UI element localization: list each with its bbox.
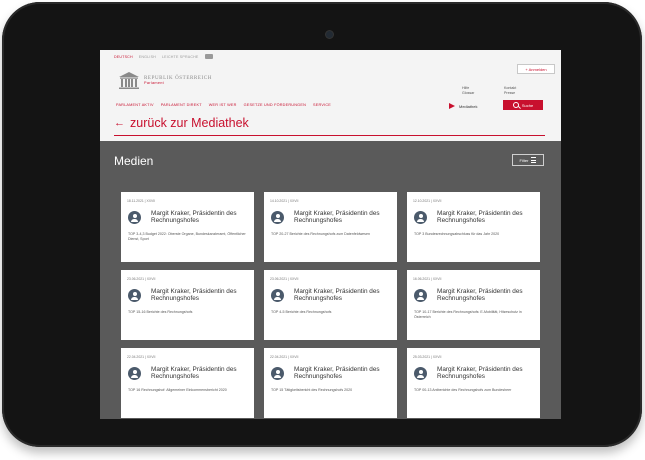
speaker-icon [128, 367, 141, 380]
card-date: 22.04.2021 | XXVII [127, 355, 156, 359]
camera-icon [326, 31, 333, 38]
card-date: 18.11.2021 | XXVII [127, 199, 156, 203]
main-nav: PARLAMENT AKTIV PARLAMENT DIREKT WER IST… [116, 103, 331, 107]
nav-service[interactable]: SERVICE [313, 103, 331, 107]
card-title: Margit Kraker, Präsidentin des Rechnungs… [437, 210, 523, 225]
media-card[interactable]: 16.06.2021 | XXVII Margit Kraker, Präsid… [407, 270, 540, 340]
speaker-icon [414, 289, 427, 302]
media-card[interactable]: 22.04.2021 | XXVII Margit Kraker, Präsid… [121, 348, 254, 418]
card-description: TOP 15-16 Berichte des Rechnungshofs [128, 310, 193, 314]
utility-links-right: Kontakt Presse [504, 86, 516, 96]
tablet-frame: DEUTSCH ENGLISH LEICHTE SPRACHE + Anmeld… [2, 2, 642, 447]
glossary-link[interactable]: Glossar [462, 91, 474, 96]
language-bar: DEUTSCH ENGLISH LEICHTE SPRACHE [114, 54, 213, 59]
filter-label: Filter [519, 157, 529, 163]
card-date: 16.06.2021 | XXVII [413, 277, 442, 281]
search-icon [512, 102, 519, 108]
media-card[interactable]: 14.10.2021 | XXVII Margit Kraker, Präsid… [264, 192, 397, 262]
card-date: 25.03.2021 | XXVII [413, 355, 442, 359]
lang-english[interactable]: ENGLISH [139, 55, 156, 59]
logo-subtitle: Parlament [144, 81, 165, 85]
play-icon [449, 103, 455, 109]
filter-button[interactable]: Filter [512, 154, 544, 166]
speaker-icon [271, 211, 284, 224]
card-description: TOP 4-5 Berichte des Rechnungshofs [271, 310, 332, 314]
login-button[interactable]: + Anmelden [517, 64, 555, 74]
mediathek-label: Mediathek [459, 103, 478, 109]
nav-gesetze[interactable]: GESETZE UND FÖRDERUNGEN [244, 103, 306, 107]
card-title: Margit Kraker, Präsidentin des Rechnungs… [294, 366, 380, 381]
media-card[interactable]: 23.06.2021 | XXVII Margit Kraker, Präsid… [121, 270, 254, 340]
card-description: TOP 00-13 Antberichte des Rechnungshofs … [414, 388, 512, 392]
card-description: TOP 3 Bundesrechnungsabschluss für das J… [414, 232, 500, 236]
speaker-icon [271, 367, 284, 380]
media-card[interactable]: 23.06.2021 | XXVII Margit Kraker, Präsid… [264, 270, 397, 340]
nav-wer-ist-wer[interactable]: WER IST WER [209, 103, 237, 107]
card-date: 22.04.2021 | XXVII [270, 355, 299, 359]
card-title: Margit Kraker, Präsidentin des Rechnungs… [437, 288, 523, 303]
nav-parlament-aktiv[interactable]: PARLAMENT AKTIV [116, 103, 154, 107]
search-button[interactable]: Suche [503, 100, 543, 110]
utility-links-left: Hilfe Glossar [462, 86, 474, 96]
nav-parlament-direkt[interactable]: PARLAMENT DIREKT [161, 103, 202, 107]
card-date: 12.10.2021 | XXVII [413, 199, 442, 203]
card-title: Margit Kraker, Präsidentin des Rechnungs… [151, 210, 237, 225]
media-card[interactable]: 12.10.2021 | XXVII Margit Kraker, Präsid… [407, 192, 540, 262]
card-date: 23.06.2021 | XXVII [127, 277, 156, 281]
card-date: 23.06.2021 | XXVII [270, 277, 299, 281]
arrow-left-icon: ← [114, 117, 125, 129]
speaker-icon [128, 289, 141, 302]
card-description: TOP 15 Tätigkeitsbericht des Rechnungsho… [271, 388, 353, 392]
media-card[interactable]: 22.04.2021 | XXVII Margit Kraker, Präsid… [264, 348, 397, 418]
card-title: Margit Kraker, Präsidentin des Rechnungs… [294, 210, 380, 225]
speaker-icon [414, 211, 427, 224]
card-date: 14.10.2021 | XXVII [270, 199, 299, 203]
card-title: Margit Kraker, Präsidentin des Rechnungs… [151, 288, 237, 303]
card-title: Margit Kraker, Präsidentin des Rechnungs… [437, 366, 523, 381]
speaker-icon [414, 367, 427, 380]
filter-icon [531, 157, 537, 163]
lang-leichte-sprache[interactable]: LEICHTE SPRACHE [162, 55, 199, 59]
media-card[interactable]: 18.11.2021 | XXVII Margit Kraker, Präsid… [121, 192, 254, 262]
speaker-icon [128, 211, 141, 224]
screen: DEUTSCH ENGLISH LEICHTE SPRACHE + Anmeld… [100, 50, 561, 419]
page-title: Medien [114, 154, 154, 168]
card-description: TOP 20-27 Berichte des Rechnungshofs zum… [271, 232, 370, 236]
parliament-logo[interactable]: REPUBLIK ÖSTERREICH Parlament [118, 72, 212, 89]
card-title: Margit Kraker, Präsidentin des Rechnungs… [151, 366, 237, 381]
sign-language-icon[interactable] [204, 54, 213, 59]
card-description: TOP 3-4,3 Budget 2022: Oberste Organe, B… [128, 232, 246, 241]
divider [114, 135, 545, 136]
back-link[interactable]: ← zurück zur Mediathek [114, 116, 249, 130]
media-card[interactable]: 25.03.2021 | XXVII Margit Kraker, Präsid… [407, 348, 540, 418]
parliament-building-icon [119, 72, 139, 89]
card-description: TOP 16 Rechnungshof: Allgemeiner Einkomm… [128, 388, 227, 392]
press-link[interactable]: Presse [504, 91, 516, 96]
speaker-icon [271, 289, 284, 302]
search-label: Suche [521, 102, 534, 108]
lang-deutsch[interactable]: DEUTSCH [114, 55, 133, 59]
site-header: DEUTSCH ENGLISH LEICHTE SPRACHE + Anmeld… [100, 50, 561, 141]
card-description: TOP 10-17 Berichte des Rechnungshofs: E-… [414, 310, 522, 319]
mediathek-button[interactable]: Mediathek [449, 102, 477, 110]
back-label: zurück zur Mediathek [130, 116, 249, 130]
card-title: Margit Kraker, Präsidentin des Rechnungs… [294, 288, 380, 303]
